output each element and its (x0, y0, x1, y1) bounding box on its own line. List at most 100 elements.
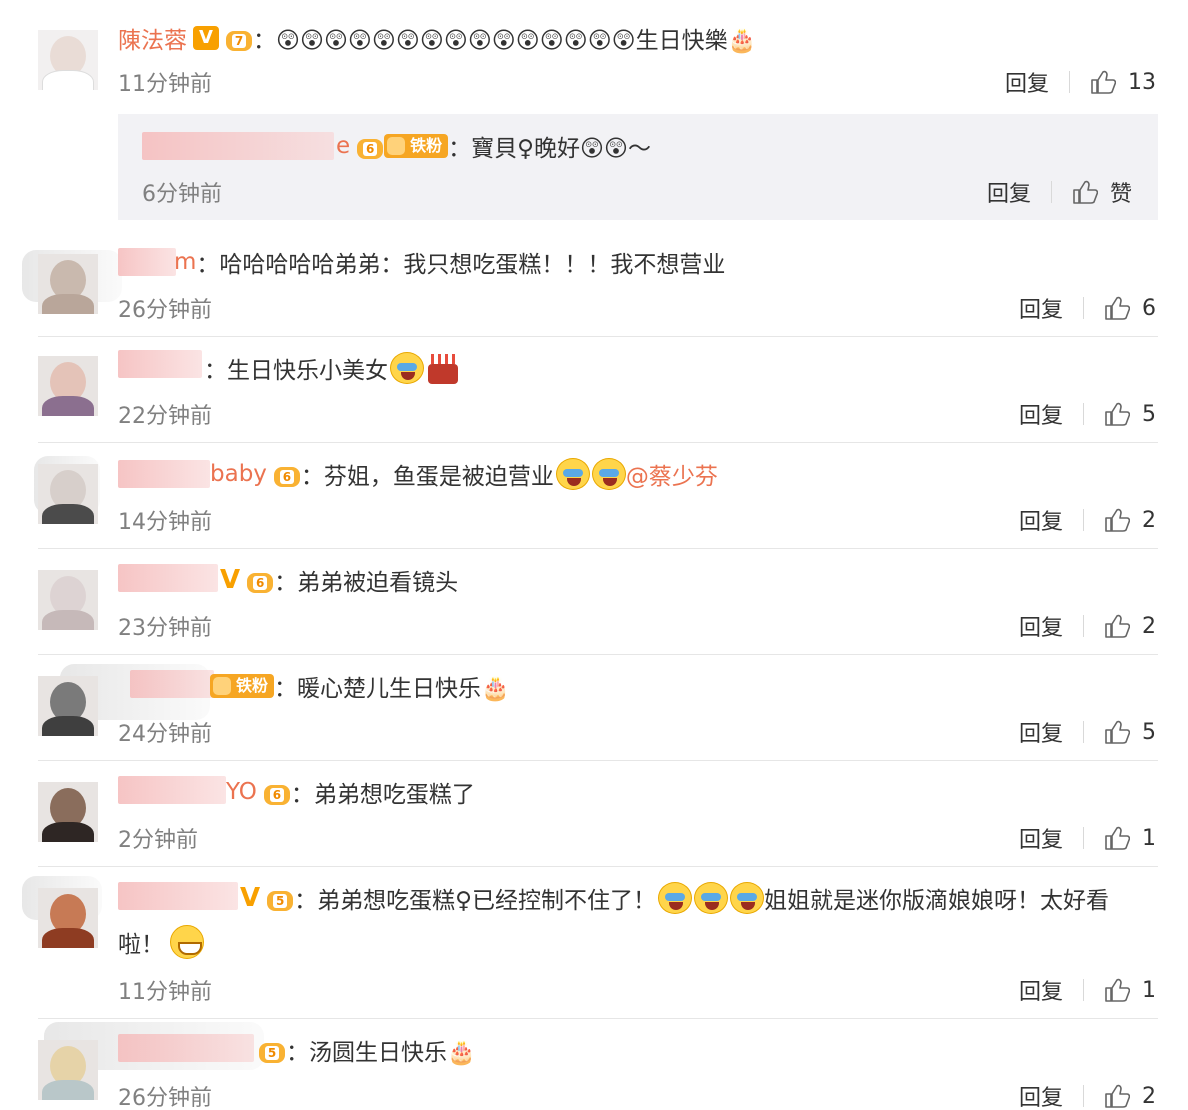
avatar[interactable] (38, 888, 98, 948)
laugh-cry-icon (693, 882, 728, 914)
like-button[interactable]: 1 (1104, 825, 1156, 851)
timestamp: 26分钟前 (118, 1086, 212, 1110)
verified-v-icon: V (220, 565, 241, 595)
comment-actions: 回复 5 (1019, 716, 1156, 748)
crown-badge-icon: 5 (258, 1037, 286, 1063)
like-button[interactable]: 赞 (1072, 176, 1132, 208)
comment-text: 姐姐就是迷你版滴娘娘呀！太好看 (763, 888, 1109, 914)
username[interactable]: YO (226, 779, 257, 805)
timestamp: 6分钟前 (142, 182, 222, 207)
divider (38, 760, 1158, 761)
divider (1083, 721, 1084, 743)
laugh-cry-icon (729, 882, 764, 914)
reply-button[interactable]: 回复 (1005, 66, 1049, 98)
crown-badge-icon: 6 (273, 461, 301, 487)
timestamp: 11分钟前 (118, 72, 212, 97)
divider (38, 654, 1158, 655)
birthday-cake-icon (426, 352, 460, 384)
laugh-cry-icon (657, 882, 692, 914)
comment-item: 铁粉 ：暖心楚儿生日快乐🎂 24分钟前 回复 5 (0, 664, 1188, 760)
like-button[interactable]: 1 (1104, 977, 1156, 1003)
comment-text: ：生日快乐小美女 (204, 358, 388, 384)
thumb-up-icon (1104, 295, 1130, 321)
laugh-cry-icon (390, 352, 424, 384)
username[interactable]: baby (210, 461, 267, 487)
reply-button[interactable]: 回复 (1019, 504, 1063, 536)
comment-actions: 回复 5 (1019, 398, 1156, 430)
thumb-up-icon (1104, 507, 1130, 533)
comment-text: ：弟弟想吃蛋糕♀已经控制不住了！ (294, 888, 656, 914)
username[interactable]: m (174, 249, 196, 275)
like-button[interactable]: 2 (1104, 507, 1156, 533)
thumb-up-icon (1104, 977, 1130, 1003)
comment-line: 5 ：汤圆生日快乐🎂 (118, 1032, 476, 1068)
divider (38, 1018, 1158, 1019)
crown-badge-icon: 5 (266, 885, 294, 911)
reply-button[interactable]: 回复 (1019, 822, 1063, 854)
avatar[interactable] (38, 356, 98, 416)
like-button[interactable]: 2 (1104, 613, 1156, 639)
comment-line: 啦！ (118, 924, 204, 960)
like-count: 1 (1142, 825, 1156, 851)
timestamp: 26分钟前 (118, 298, 212, 323)
avatar[interactable] (38, 782, 98, 842)
like-count: 13 (1128, 69, 1156, 95)
timestamp: 14分钟前 (118, 510, 212, 535)
divider (1050, 181, 1052, 203)
comment-actions: 回复 1 (1019, 974, 1156, 1006)
comment-text: ：😲😲😲😲😲😲😲😲😲😲😲😲😲😲😲生日快樂🎂 (253, 28, 757, 54)
divider (1083, 827, 1084, 849)
comment-item: V 6 ：弟弟被迫看镜头 23分钟前 回复 2 (0, 562, 1188, 654)
divider (1083, 979, 1084, 1001)
reply-button[interactable]: 回复 (1019, 398, 1063, 430)
username[interactable]: e (336, 133, 350, 159)
avatar[interactable] (38, 30, 98, 90)
grin-icon (170, 925, 204, 959)
avatar[interactable] (38, 254, 98, 314)
comment-text: ：哈哈哈哈哈弟弟：我只想吃蛋糕！！！我不想营业 (196, 252, 726, 278)
reply-button[interactable]: 回复 (1019, 292, 1063, 324)
divider (1083, 615, 1084, 637)
like-button[interactable]: 5 (1104, 719, 1156, 745)
mention-link[interactable]: @蔡少芬 (626, 457, 718, 491)
crown-badge-icon: 6 (246, 567, 274, 593)
like-count: 2 (1142, 507, 1156, 533)
like-button[interactable]: 13 (1090, 69, 1156, 95)
avatar[interactable] (38, 676, 98, 736)
divider (1083, 297, 1084, 319)
like-button[interactable]: 6 (1104, 295, 1156, 321)
reply-button[interactable]: 回复 (1019, 610, 1063, 642)
like-button[interactable]: 2 (1104, 1083, 1156, 1109)
timestamp: 22分钟前 (118, 404, 212, 429)
reply-button[interactable]: 回复 (1019, 974, 1063, 1006)
reply-button[interactable]: 回复 (1019, 1080, 1063, 1110)
comment-line: e 6 铁粉 ：寶貝♀晚好😲😲～ (142, 128, 651, 164)
thumb-up-icon (1104, 401, 1130, 427)
divider (38, 336, 1158, 337)
divider (38, 548, 1158, 549)
verified-badge: V (193, 26, 219, 50)
comment-item: ：生日快乐小美女 22分钟前 回复 5 (0, 350, 1188, 442)
divider (1083, 403, 1084, 425)
avatar[interactable] (38, 1040, 98, 1100)
laugh-cry-icon (591, 458, 626, 490)
like-button[interactable]: 5 (1104, 401, 1156, 427)
comment-line: ：生日快乐小美女 (118, 350, 460, 386)
thumb-up-icon (1090, 69, 1116, 95)
username[interactable]: 陳法蓉 (118, 21, 187, 55)
comment-item: m ：哈哈哈哈哈弟弟：我只想吃蛋糕！！！我不想营业 26分钟前 回复 6 (0, 244, 1188, 336)
avatar[interactable] (38, 464, 98, 524)
laugh-cry-icon (555, 458, 590, 490)
thumb-up-icon (1104, 1083, 1130, 1109)
verified-v-icon: V (240, 883, 261, 913)
comment-text: ：汤圆生日快乐🎂 (286, 1040, 476, 1066)
avatar[interactable] (38, 570, 98, 630)
comment-actions: 回复 2 (1019, 1080, 1156, 1110)
reply-button[interactable]: 回复 (987, 176, 1031, 208)
like-count: 2 (1142, 613, 1156, 639)
divider (38, 866, 1158, 867)
iron-fan-badge: 铁粉 (384, 134, 449, 158)
like-count: 赞 (1109, 182, 1132, 207)
reply-button[interactable]: 回复 (1019, 716, 1063, 748)
comment-text: ：弟弟想吃蛋糕了 (290, 782, 475, 808)
